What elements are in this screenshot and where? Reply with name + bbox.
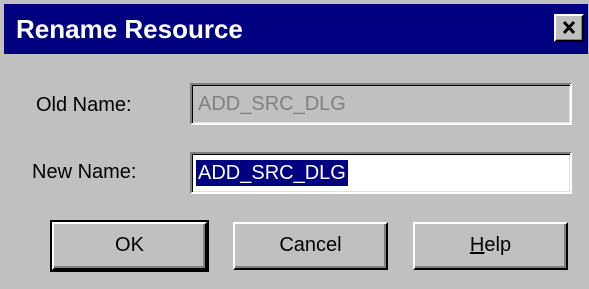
old-name-value: ADD_SRC_DLG — [198, 93, 346, 115]
close-button[interactable] — [554, 14, 584, 42]
new-name-label: New Name: — [32, 161, 137, 183]
old-name-field: ADD_SRC_DLG — [190, 83, 572, 125]
help-button[interactable]: Help — [413, 222, 568, 270]
ok-button-label: OK — [115, 234, 144, 256]
cancel-button-label: Cancel — [279, 234, 342, 256]
help-button-label: Help — [469, 234, 512, 256]
dialog-title: Rename Resource — [16, 14, 243, 44]
title-bar[interactable]: Rename Resource — [4, 4, 588, 54]
old-name-label: Old Name: — [36, 94, 132, 116]
new-name-input[interactable]: ADD_SRC_DLG — [190, 152, 572, 194]
new-name-value: ADD_SRC_DLG — [196, 160, 348, 186]
close-icon — [562, 20, 576, 35]
ok-button[interactable]: OK — [50, 220, 209, 272]
cancel-button[interactable]: Cancel — [233, 222, 388, 270]
rename-resource-dialog: Rename Resource Old Name: ADD_SRC_DLG Ne… — [0, 0, 589, 289]
